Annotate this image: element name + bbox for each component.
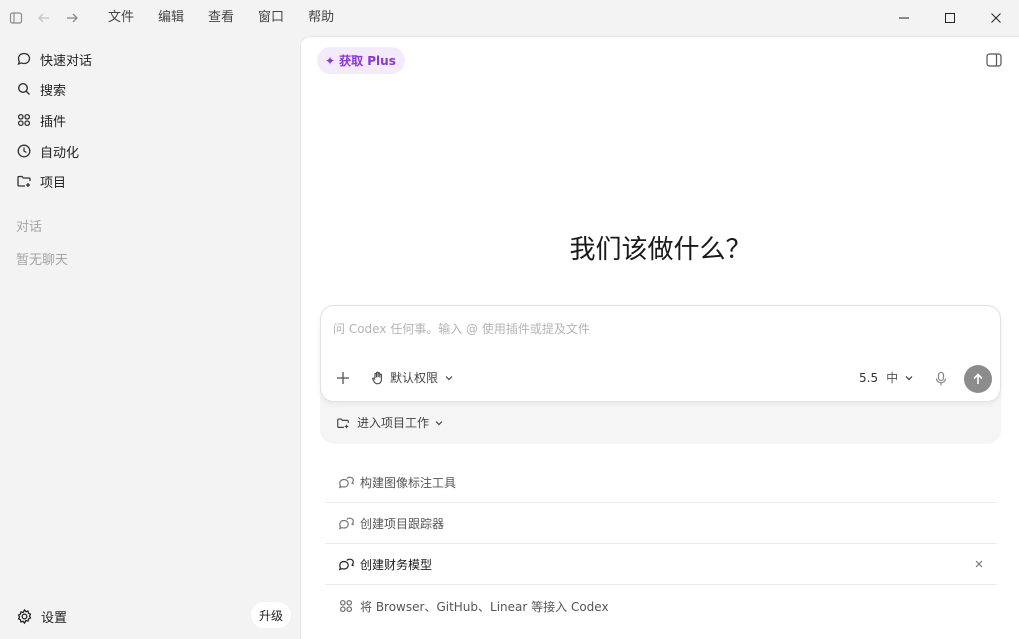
- main-panel: ✦ 获取 Plus 我们该做什么？ 默认权限 5.5 中: [300, 36, 1019, 639]
- chat-spark-icon: [338, 516, 354, 532]
- microphone-icon[interactable]: [934, 371, 948, 387]
- page-title: 我们该做什么？: [569, 235, 752, 265]
- folder-plus-icon: [336, 416, 350, 430]
- composer: 默认权限 5.5 中: [320, 305, 1001, 402]
- sidebar-item-label: 插件: [40, 114, 67, 130]
- chat-spark-icon: [338, 475, 354, 491]
- conversations-section-title: 对话: [16, 220, 43, 235]
- window-controls: [881, 0, 1019, 36]
- menu-file[interactable]: 文件: [96, 0, 146, 36]
- minimize-button[interactable]: [881, 0, 927, 36]
- project-work-label: 进入项目工作: [357, 416, 430, 430]
- suggestion-item[interactable]: 构建图像标注工具: [325, 463, 997, 503]
- sidebar-item-projects[interactable]: 项目: [16, 169, 66, 193]
- project-work-dropdown[interactable]: 进入项目工作: [336, 414, 444, 431]
- settings-button[interactable]: 设置: [16, 604, 67, 628]
- chevron-down-icon: [444, 373, 454, 383]
- upgrade-button[interactable]: 升级: [251, 602, 291, 628]
- sidebar-item-plugins[interactable]: 插件: [16, 108, 66, 132]
- hand-icon: [371, 371, 385, 385]
- toggle-side-panel-icon[interactable]: [985, 51, 1003, 69]
- plugins-grid-icon: [338, 598, 354, 614]
- suggestion-label: 将 Browser、GitHub、Linear 等接入 Codex: [360, 599, 609, 614]
- title-bar: 文件 编辑 查看 窗口 帮助: [0, 0, 1019, 36]
- suggestion-label: 构建图像标注工具: [360, 476, 457, 490]
- suggestion-item[interactable]: 创建财务模型: [325, 545, 997, 585]
- menu-help[interactable]: 帮助: [296, 0, 346, 36]
- permission-label: 默认权限: [390, 371, 439, 385]
- suggestion-label: 创建财务模型: [360, 558, 433, 572]
- composer-container: 默认权限 5.5 中: [320, 305, 1001, 444]
- clock-icon: [16, 143, 32, 159]
- arrow-up-icon: [971, 372, 985, 386]
- prompt-input[interactable]: [333, 318, 973, 340]
- permission-dropdown[interactable]: 默认权限: [371, 369, 454, 386]
- sidebar-item-search[interactable]: 搜索: [16, 77, 66, 101]
- maximize-button[interactable]: [927, 0, 973, 36]
- sidebar-item-label: 快速对话: [40, 53, 93, 69]
- chat-bubble-icon: [16, 51, 32, 67]
- sidebar-item-label: 搜索: [40, 83, 67, 99]
- back-arrow-icon[interactable]: [30, 0, 58, 36]
- get-plus-label: 获取 Plus: [339, 54, 396, 68]
- search-icon: [16, 81, 32, 97]
- suggestion-label: 创建项目跟踪器: [360, 517, 445, 531]
- get-plus-button[interactable]: ✦ 获取 Plus: [317, 47, 405, 74]
- toggle-sidebar-icon[interactable]: [2, 0, 30, 36]
- suggestion-item[interactable]: 将 Browser、GitHub、Linear 等接入 Codex: [325, 586, 997, 626]
- sidebar-item-label: 自动化: [40, 145, 80, 161]
- menu-edit[interactable]: 编辑: [146, 0, 196, 36]
- empty-chats-text: 暂无聊天: [16, 253, 69, 268]
- close-icon[interactable]: [973, 558, 985, 570]
- menu-view[interactable]: 查看: [196, 0, 246, 36]
- menu-bar: 文件 编辑 查看 窗口 帮助: [96, 0, 346, 36]
- suggestion-item[interactable]: 创建项目跟踪器: [325, 504, 997, 544]
- chat-spark-icon: [338, 557, 354, 573]
- close-window-button[interactable]: [973, 0, 1019, 36]
- forward-arrow-icon[interactable]: [58, 0, 86, 36]
- gear-icon: [16, 608, 33, 625]
- settings-label: 设置: [41, 610, 68, 626]
- model-version: 5.5: [859, 370, 879, 385]
- model-selector[interactable]: 5.5 中: [859, 369, 914, 386]
- sidebar-item-label: 项目: [40, 175, 67, 191]
- send-button[interactable]: [964, 365, 992, 393]
- sparkle-icon: ✦: [325, 53, 336, 68]
- chevron-down-icon: [904, 373, 914, 383]
- sidebar-item-automation[interactable]: 自动化: [16, 139, 79, 163]
- chevron-down-icon: [434, 418, 444, 428]
- folder-plus-icon: [16, 173, 32, 189]
- sidebar: 快速对话 搜索 插件 自动化 项目 对话 暂无聊天 设置 升级: [0, 36, 300, 639]
- add-attachment-button[interactable]: [335, 370, 351, 386]
- plugins-grid-icon: [16, 112, 32, 128]
- menu-window[interactable]: 窗口: [246, 0, 296, 36]
- reasoning-level: 中: [886, 371, 899, 385]
- sidebar-item-quick-chat[interactable]: 快速对话: [16, 47, 92, 71]
